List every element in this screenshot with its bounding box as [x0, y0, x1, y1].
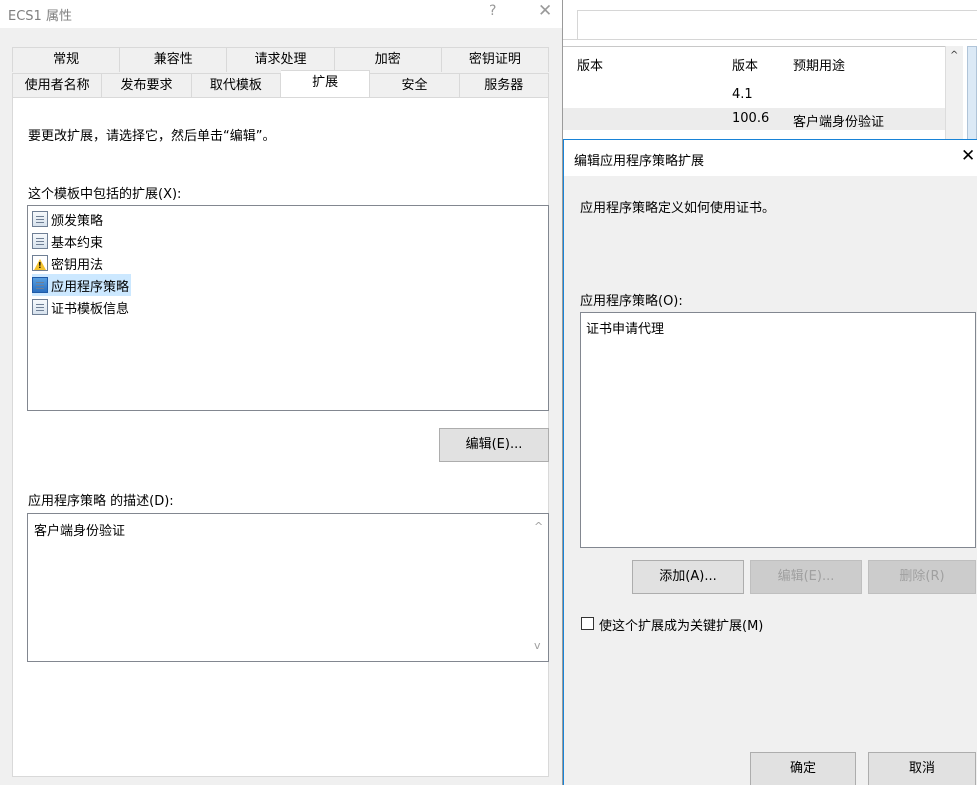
table-row[interactable]: 4.1	[563, 84, 947, 106]
extensions-list[interactable]: 颁发策略 基本约束 ! 密钥用法 应用程序策略 证书模板信息	[27, 205, 549, 411]
scroll-up-icon[interactable]: ^	[534, 520, 543, 533]
critical-extension-checkbox[interactable]	[581, 617, 594, 630]
list-item[interactable]: 证书模板信息	[32, 296, 131, 318]
adjacent-pane-edge	[967, 46, 977, 141]
extensions-list-label: 这个模板中包括的扩展(X):	[28, 187, 182, 202]
policy-info-text: 应用程序策略定义如何使用证书。	[580, 201, 776, 216]
tab-superseded-templates[interactable]: 取代模板	[191, 73, 281, 98]
dialog-titlebar: 编辑应用程序策略扩展 ✕	[564, 140, 977, 176]
certificate-template-list[interactable]: 版本 版本 预期用途 4.1 100.6 客户端身份验证	[563, 46, 963, 141]
list-item[interactable]: 颁发策略	[32, 208, 105, 230]
document-icon	[32, 233, 48, 249]
document-icon	[32, 277, 48, 293]
table-row[interactable]: 100.6 客户端身份验证	[563, 108, 947, 130]
list-scrollbar[interactable]: ^	[945, 46, 963, 141]
background-toolbar	[563, 0, 977, 40]
tab-request-handling[interactable]: 请求处理	[227, 47, 335, 72]
tab-cryptography[interactable]: 加密	[334, 47, 442, 72]
description-label: 应用程序策略 的描述(D):	[28, 494, 174, 509]
tab-row-1: 常规 兼容性 请求处理 加密 密钥证明	[12, 47, 550, 72]
document-icon	[32, 299, 48, 315]
document-icon	[32, 211, 48, 227]
description-scrollbar[interactable]: ^ v	[530, 514, 548, 661]
instruction-text: 要更改扩展，请选择它，然后单击“编辑”。	[28, 129, 276, 144]
tab-security[interactable]: 安全	[370, 73, 460, 98]
policies-list-label: 应用程序策略(O):	[580, 294, 683, 309]
delete-policy-button[interactable]: 删除(R)	[868, 560, 976, 594]
close-icon[interactable]: ✕	[538, 1, 552, 21]
column-header-intended-purpose[interactable]: 预期用途	[793, 55, 845, 74]
tab-server[interactable]: 服务器	[459, 73, 549, 98]
tab-row-2: 使用者名称 发布要求 取代模板 扩展 安全 服务器	[12, 70, 549, 98]
row-intended-purpose: 客户端身份验证	[793, 115, 885, 130]
description-text: 客户端身份验证	[34, 524, 126, 539]
extension-label: 证书模板信息	[51, 301, 130, 317]
help-icon[interactable]: ?	[489, 3, 496, 19]
dialog-title: ECS1 属性	[8, 9, 72, 24]
list-item[interactable]: ! 密钥用法	[32, 252, 105, 274]
add-policy-button[interactable]: 添加(A)...	[632, 560, 744, 594]
cancel-button[interactable]: 取消	[868, 752, 976, 785]
list-item[interactable]: 证书申请代理	[586, 318, 664, 337]
row-version: 100.6	[732, 111, 770, 126]
extension-label: 颁发策略	[51, 213, 104, 229]
tab-issuance-requirements[interactable]: 发布要求	[102, 73, 192, 98]
list-item[interactable]: 基本约束	[32, 230, 105, 252]
row-version: 4.1	[732, 87, 753, 102]
column-header-version[interactable]: 版本	[732, 55, 758, 74]
dialog-title: 编辑应用程序策略扩展	[574, 154, 705, 169]
extension-label: 密钥用法	[51, 257, 104, 273]
ok-button[interactable]: 确定	[750, 752, 856, 785]
scroll-down-icon[interactable]: v	[534, 639, 541, 652]
tab-subject-name[interactable]: 使用者名称	[12, 73, 103, 98]
extension-label: 应用程序策略	[51, 279, 130, 295]
extension-label: 基本约束	[51, 235, 104, 251]
tab-key-attestation[interactable]: 密钥证明	[441, 47, 550, 72]
list-item-selected[interactable]: 应用程序策略	[32, 274, 132, 296]
scroll-up-icon[interactable]: ^	[950, 50, 958, 61]
tab-compatibility[interactable]: 兼容性	[120, 47, 228, 72]
warning-icon: !	[32, 255, 48, 271]
edit-application-policies-dialog: 编辑应用程序策略扩展 ✕ 应用程序策略定义如何使用证书。 应用程序策略(O): …	[563, 139, 977, 785]
edit-policy-button[interactable]: 编辑(E)...	[750, 560, 862, 594]
edit-extension-button[interactable]: 编辑(E)...	[439, 428, 549, 462]
background-toolbar-field	[577, 10, 977, 40]
column-header-version-left[interactable]: 版本	[577, 55, 603, 74]
application-policies-list[interactable]: 证书申请代理	[580, 312, 976, 548]
tab-general[interactable]: 常规	[12, 47, 121, 72]
close-icon[interactable]: ✕	[961, 146, 975, 166]
template-properties-dialog: ECS1 属性 ? ✕ 常规 兼容性 请求处理 加密 密钥证明 使用者名称 发布…	[0, 0, 563, 785]
tab-extensions[interactable]: 扩展	[280, 70, 371, 98]
critical-extension-label[interactable]: 使这个扩展成为关键扩展(M)	[599, 615, 763, 634]
description-textbox[interactable]: 客户端身份验证 ^ v	[27, 513, 549, 662]
dialog-titlebar: ECS1 属性 ? ✕	[0, 0, 562, 28]
